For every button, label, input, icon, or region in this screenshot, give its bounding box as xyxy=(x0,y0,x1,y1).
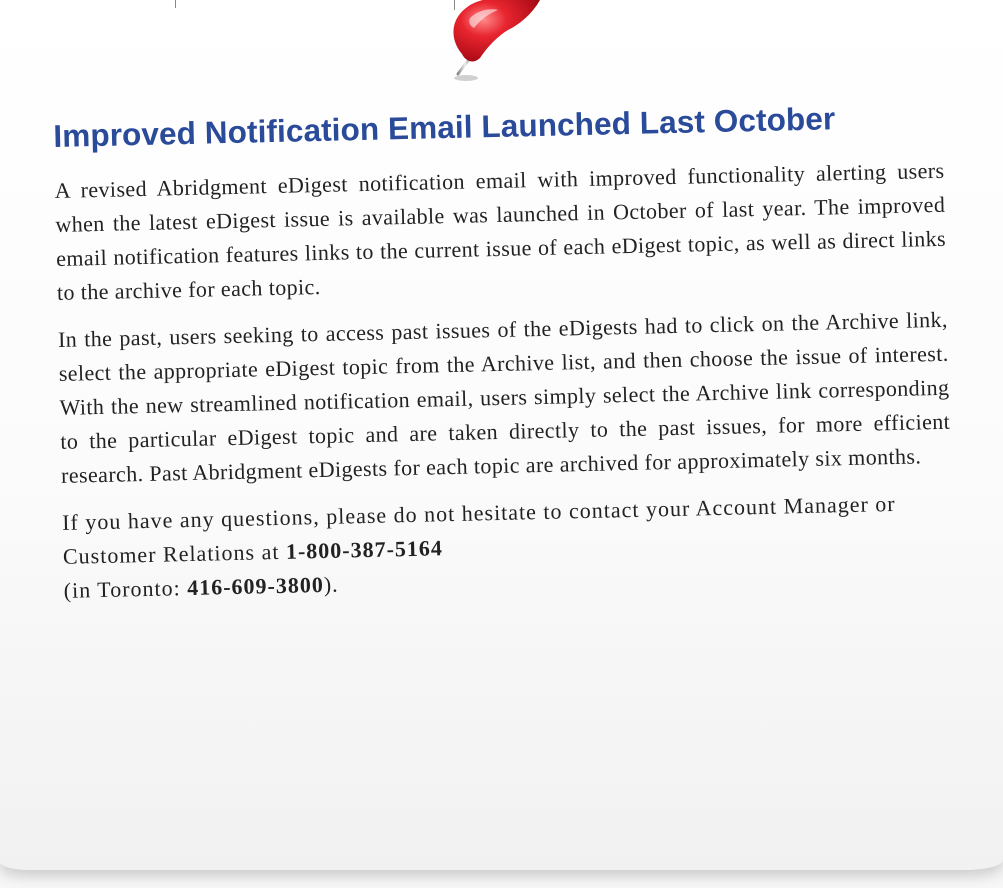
article-title: Improved Notification Email Launched Las… xyxy=(53,100,836,154)
paragraph-contact: If you have any questions, please do not… xyxy=(62,486,954,608)
phone-number-main: 1-800-387-5164 xyxy=(285,535,444,564)
push-pin-icon xyxy=(453,0,540,81)
contact-text-middle: (in Toronto: xyxy=(63,574,188,603)
contact-text-before: If you have any questions, please do not… xyxy=(61,490,896,569)
contact-text-after: ). xyxy=(323,571,339,597)
paragraph-intro: A revised Abridgment eDigest notificatio… xyxy=(54,157,947,305)
article-body: Improved Notification Email Launched Las… xyxy=(53,98,954,621)
phone-number-toronto: 416-609-3800 xyxy=(186,571,325,600)
page: Improved Notification Email Launched Las… xyxy=(0,0,1003,888)
note-paper: Improved Notification Email Launched Las… xyxy=(0,0,1003,870)
paragraph-archive: In the past, users seeking to access pas… xyxy=(57,306,951,488)
